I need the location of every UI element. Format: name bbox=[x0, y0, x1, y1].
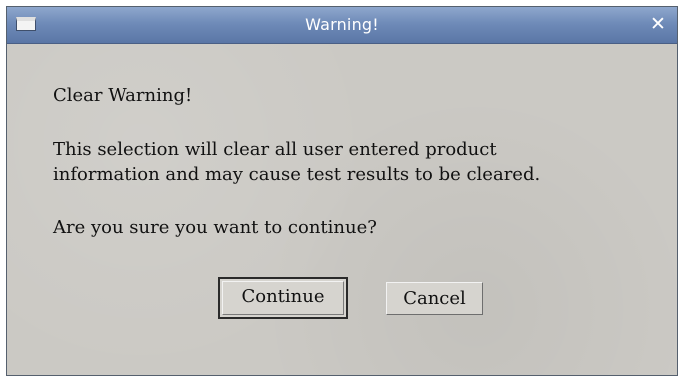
warning-dialog: Warning! ✕ Clear Warning! This selection… bbox=[6, 6, 678, 376]
continue-button-label: Continue bbox=[222, 281, 344, 315]
dialog-body: Clear Warning! This selection will clear… bbox=[7, 44, 677, 375]
continue-button[interactable]: Continue bbox=[218, 277, 348, 319]
confirm-question: Are you sure you want to continue? bbox=[53, 217, 377, 238]
warning-line-1: This selection will clear all user enter… bbox=[53, 139, 497, 160]
warning-line-2: information and may cause test results t… bbox=[53, 164, 541, 185]
close-icon[interactable]: ✕ bbox=[647, 13, 669, 35]
dialog-title: Warning! bbox=[305, 15, 379, 34]
warning-heading: Clear Warning! bbox=[53, 85, 193, 106]
cancel-button[interactable]: Cancel bbox=[386, 282, 483, 315]
title-bar[interactable]: Warning! ✕ bbox=[7, 7, 677, 44]
